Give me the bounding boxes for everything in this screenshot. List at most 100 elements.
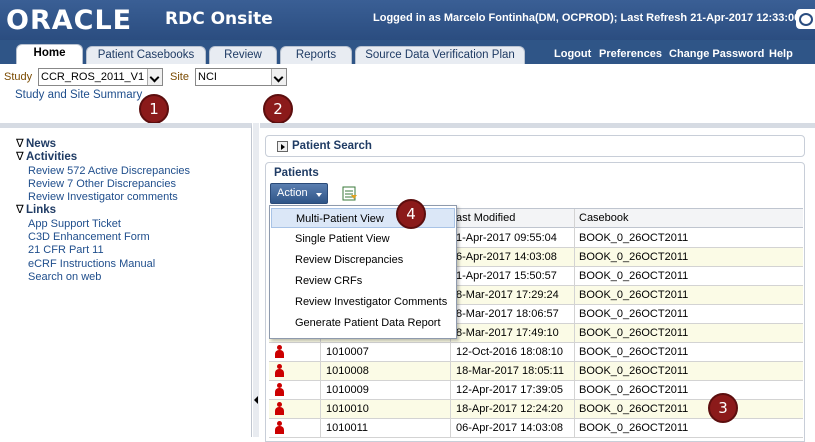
column-divider — [574, 381, 575, 400]
table-row[interactable]: 1010007 12-Oct-2016 18:08:10 BOOK_0_26OCT2… — [269, 343, 803, 362]
patient-number[interactable]: 1010011 — [326, 422, 368, 434]
login-status: Logged in as Marcelo Fontinha(DM, OCPROD… — [373, 12, 801, 24]
sidebar-link[interactable]: Search on web — [16, 271, 190, 284]
column-divider — [574, 324, 575, 343]
site-select[interactable]: NCI — [195, 68, 287, 86]
expand-triangle-icon[interactable]: ∇ — [16, 138, 26, 151]
tab-patient-casebooks[interactable]: Patient Casebooks — [86, 46, 206, 64]
menu-item-generate-patient-data-report[interactable]: Generate Patient Data Report — [271, 313, 455, 333]
column-divider — [574, 229, 575, 248]
patient-number[interactable]: 1010008 — [326, 365, 369, 377]
patient-search-title[interactable]: Patient Search — [292, 140, 372, 152]
links-header[interactable]: ∇ Links — [16, 204, 190, 217]
column-divider — [574, 286, 575, 305]
product-name: RDC Onsite — [165, 9, 273, 29]
column-divider — [574, 362, 575, 381]
study-site-selector: Study CCR_ROS_2011_V1 Site NCI — [0, 64, 815, 88]
activity-link[interactable]: Review Investigator comments — [16, 191, 190, 204]
tab-source-data-verification-plan[interactable]: Source Data Verification Plan — [355, 46, 525, 64]
logout-link[interactable]: Logout — [554, 48, 591, 60]
last-modified-value: 06-Apr-2017 14:03:08 — [456, 422, 564, 434]
patient-number[interactable]: 1010007 — [326, 346, 369, 358]
collapse-left-icon[interactable] — [254, 393, 258, 407]
patient-status-icon[interactable] — [274, 364, 285, 378]
menu-item-review-investigator-comments[interactable]: Review Investigator Comments — [271, 292, 455, 312]
callout-badge-1: 1 — [139, 94, 169, 124]
app-header: ORACLE RDC Onsite Logged in as Marcelo F… — [0, 0, 815, 40]
table-row[interactable]: 1010008 18-Mar-2017 18:05:11 BOOK_0_26OCT2… — [269, 362, 803, 381]
tab-reports[interactable]: Reports — [280, 46, 352, 64]
chevron-down-icon[interactable] — [147, 69, 162, 85]
export-to-excel-icon[interactable] — [342, 185, 358, 202]
column-divider — [320, 343, 321, 362]
study-select[interactable]: CCR_ROS_2011_V1 — [38, 68, 163, 86]
patient-number[interactable]: 1010010 — [326, 403, 369, 415]
sidebar-link[interactable]: App Support Ticket — [16, 218, 190, 231]
action-menu-button[interactable]: Action — [270, 183, 328, 204]
column-divider — [450, 381, 451, 400]
oracle-help-icon[interactable] — [796, 9, 815, 29]
column-divider — [450, 362, 451, 381]
sidebar-link[interactable]: eCRF Instructions Manual — [16, 258, 190, 271]
patient-status-icon[interactable] — [274, 383, 285, 397]
sidebar-link[interactable]: C3D Enhancement Form — [16, 231, 190, 244]
last-modified-value: 8-Mar-2017 17:49:10 — [456, 327, 559, 339]
preferences-link[interactable]: Preferences — [599, 48, 662, 60]
last-modified-value: 18-Mar-2017 18:05:11 — [456, 365, 565, 377]
activities-header[interactable]: ∇ Activities — [16, 151, 190, 164]
links-label: Links — [26, 204, 57, 217]
casebook-value: BOOK_0_26OCT2011 — [579, 403, 689, 415]
last-modified-value: 1-Apr-2017 09:55:04 — [456, 232, 557, 244]
news-header[interactable]: ∇ News — [16, 138, 190, 151]
column-divider — [320, 419, 321, 438]
activity-link[interactable]: Review 572 Active Discrepancies — [16, 165, 190, 178]
sidebar-link[interactable]: 21 CFR Part 11 — [16, 244, 190, 257]
callout-badge-2: 2 — [263, 94, 293, 124]
column-divider — [574, 400, 575, 419]
change-password-link[interactable]: Change Password — [669, 48, 764, 60]
study-site-summary-link[interactable]: Study and Site Summary — [15, 89, 142, 101]
casebook-value: BOOK_0_26OCT2011 — [579, 270, 689, 282]
expand-triangle-icon[interactable]: ∇ — [16, 204, 26, 217]
patients-title: Patients — [274, 167, 319, 179]
menu-item-review-crfs[interactable]: Review CRFs — [271, 271, 455, 291]
column-divider — [574, 248, 575, 267]
tab-home[interactable]: Home — [16, 44, 83, 64]
menu-item-single-patient-view[interactable]: Single Patient View — [271, 229, 455, 249]
last-modified-value: 12-Oct-2016 18:08:10 — [456, 346, 564, 358]
column-divider — [450, 419, 451, 438]
tab-bar: Home Patient Casebooks Review Reports So… — [0, 40, 815, 64]
column-divider — [574, 209, 575, 229]
expand-icon[interactable] — [277, 141, 288, 152]
study-select-value: CCR_ROS_2011_V1 — [41, 71, 145, 83]
sidebar-nav: ∇ News ∇ Activities Review 572 Active Disc… — [16, 138, 190, 284]
chevron-down-icon[interactable] — [271, 69, 286, 85]
help-link[interactable]: Help — [769, 48, 793, 60]
panel-splitter[interactable] — [253, 123, 259, 437]
callout-badge-4: 4 — [396, 199, 426, 229]
menu-item-review-discrepancies[interactable]: Review Discrepancies — [271, 250, 455, 270]
casebook-value: BOOK_0_26OCT2011 — [579, 232, 689, 244]
column-divider — [450, 400, 451, 419]
last-modified-value: 8-Mar-2017 17:29:24 — [456, 289, 559, 301]
casebook-value: BOOK_0_26OCT2011 — [579, 308, 689, 320]
patient-status-icon[interactable] — [274, 402, 285, 416]
casebook-value: BOOK_0_26OCT2011 — [579, 365, 689, 377]
patient-status-icon[interactable] — [274, 345, 285, 359]
column-divider — [320, 381, 321, 400]
column-divider — [320, 400, 321, 419]
column-header-last-modified[interactable]: ast Modified — [456, 212, 515, 224]
last-modified-value: 1-Apr-2017 15:50:57 — [456, 270, 557, 282]
casebook-value: BOOK_0_26OCT2011 — [579, 384, 689, 396]
last-modified-value: 6-Apr-2017 14:03:08 — [456, 251, 557, 263]
patient-status-icon[interactable] — [274, 421, 285, 435]
tab-review[interactable]: Review — [209, 46, 277, 64]
column-header-casebook[interactable]: Casebook — [579, 212, 629, 224]
expand-triangle-icon[interactable]: ∇ — [16, 151, 26, 164]
column-divider — [574, 419, 575, 438]
activity-link[interactable]: Review 7 Other Discrepancies — [16, 178, 190, 191]
patient-search-panel: Patient Search — [265, 135, 805, 157]
column-divider — [450, 343, 451, 362]
menu-item-multi-patient-view[interactable]: Multi-Patient View — [271, 208, 455, 228]
patient-number[interactable]: 1010009 — [326, 384, 369, 396]
